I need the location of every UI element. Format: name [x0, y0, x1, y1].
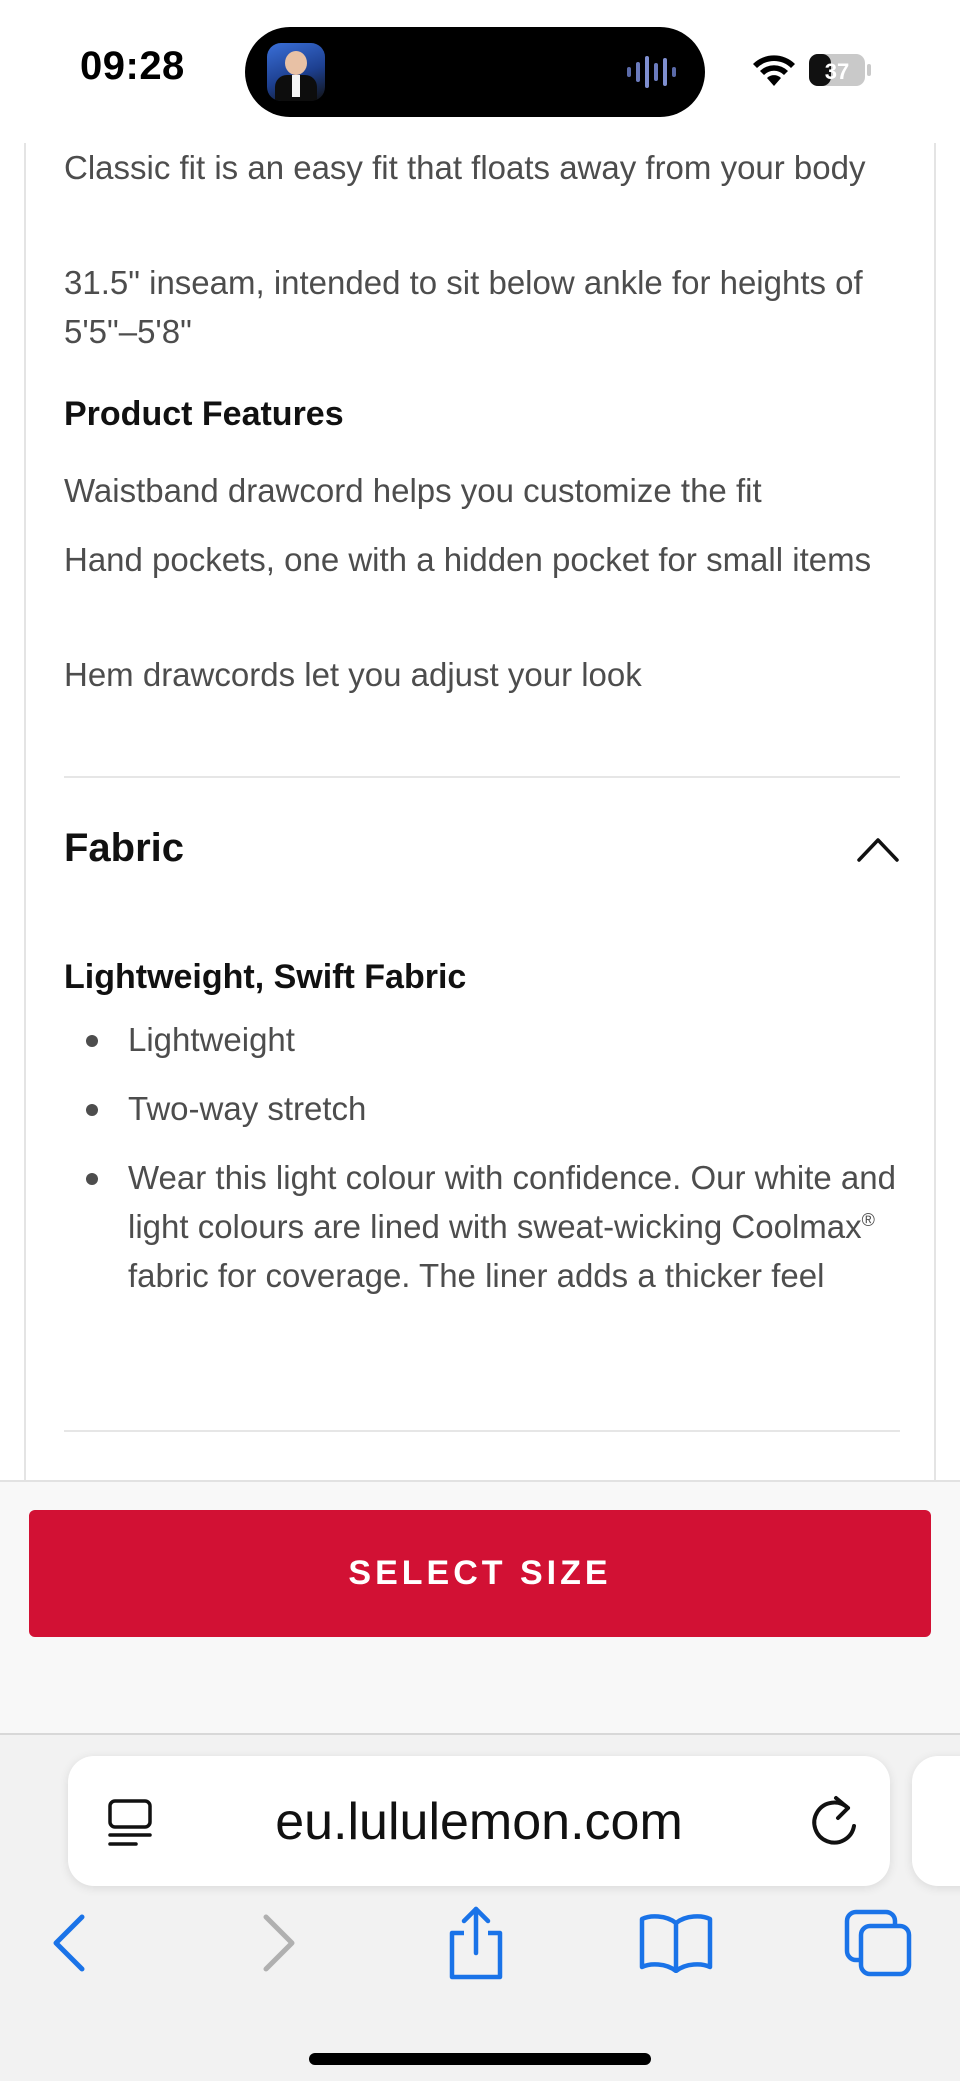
tabs-button[interactable]	[838, 1903, 918, 1983]
back-icon	[53, 1914, 85, 1972]
status-time: 09:28	[80, 44, 185, 88]
list-item: Two-way stretch	[64, 1084, 934, 1133]
section-divider	[64, 776, 900, 778]
status-bar: 09:28 37	[0, 0, 960, 143]
share-icon	[449, 1906, 503, 1980]
inseam-description: 31.5" inseam, intended to sit below ankl…	[64, 264, 863, 350]
bookmarks-icon	[639, 1914, 713, 1973]
forward-button[interactable]	[238, 1903, 318, 1983]
now-playing-avatar	[267, 43, 325, 101]
select-size-button[interactable]: SELECT SIZE	[29, 1510, 931, 1637]
next-tab-preview[interactable]	[912, 1756, 960, 1886]
address-bar[interactable]: eu.lululemon.com	[68, 1756, 890, 1886]
browser-toolbar: eu.lululemon.com	[0, 1733, 960, 2081]
bullet-dot	[86, 1104, 98, 1116]
dynamic-island[interactable]	[245, 27, 705, 117]
list-item: Lightweight	[64, 1015, 934, 1064]
reload-icon[interactable]	[808, 1794, 860, 1850]
registered-mark: ®	[861, 1210, 875, 1230]
audio-wave-icon	[627, 56, 676, 88]
sticky-cta-bar: SELECT SIZE	[0, 1480, 960, 1733]
home-indicator	[309, 2053, 651, 2065]
fabric-section-toggle[interactable]: Fabric	[64, 826, 184, 871]
feature-item: Waistband drawcord helps you customize t…	[64, 472, 762, 509]
forward-icon	[263, 1914, 295, 1972]
wifi-icon	[753, 55, 795, 86]
product-features-heading: Product Features	[64, 395, 344, 433]
section-divider	[64, 1430, 900, 1432]
tabs-icon	[844, 1909, 912, 1977]
battery-level: 37	[825, 59, 849, 84]
fabric-subheading: Lightweight, Swift Fabric	[64, 958, 467, 996]
share-button[interactable]	[436, 1903, 516, 1983]
bullet-dot	[86, 1035, 98, 1047]
back-button[interactable]	[30, 1903, 110, 1983]
fabric-bullet-text: Two-way stretch	[128, 1090, 367, 1127]
list-item: Wear this light colour with confidence. …	[64, 1153, 934, 1300]
battery-icon: 37	[809, 54, 871, 86]
fabric-bullet-list: Lightweight Two-way stretch Wear this li…	[64, 1015, 934, 1320]
bullet-dot	[86, 1173, 98, 1185]
url-text[interactable]: eu.lululemon.com	[68, 1792, 890, 1852]
chevron-up-icon[interactable]	[856, 835, 900, 863]
bookmarks-button[interactable]	[636, 1903, 716, 1983]
feature-item: Hem drawcords let you adjust your look	[64, 656, 642, 693]
fabric-bullet-text-tail: fabric for coverage. The liner adds a th…	[128, 1257, 825, 1294]
fabric-bullet-text: Lightweight	[128, 1021, 295, 1058]
fit-description: Classic fit is an easy fit that floats a…	[64, 149, 866, 186]
fabric-bullet-text: Wear this light colour with confidence. …	[128, 1159, 896, 1245]
feature-item: Hand pockets, one with a hidden pocket f…	[64, 541, 872, 578]
product-details-panel: Classic fit is an easy fit that floats a…	[24, 143, 936, 1480]
